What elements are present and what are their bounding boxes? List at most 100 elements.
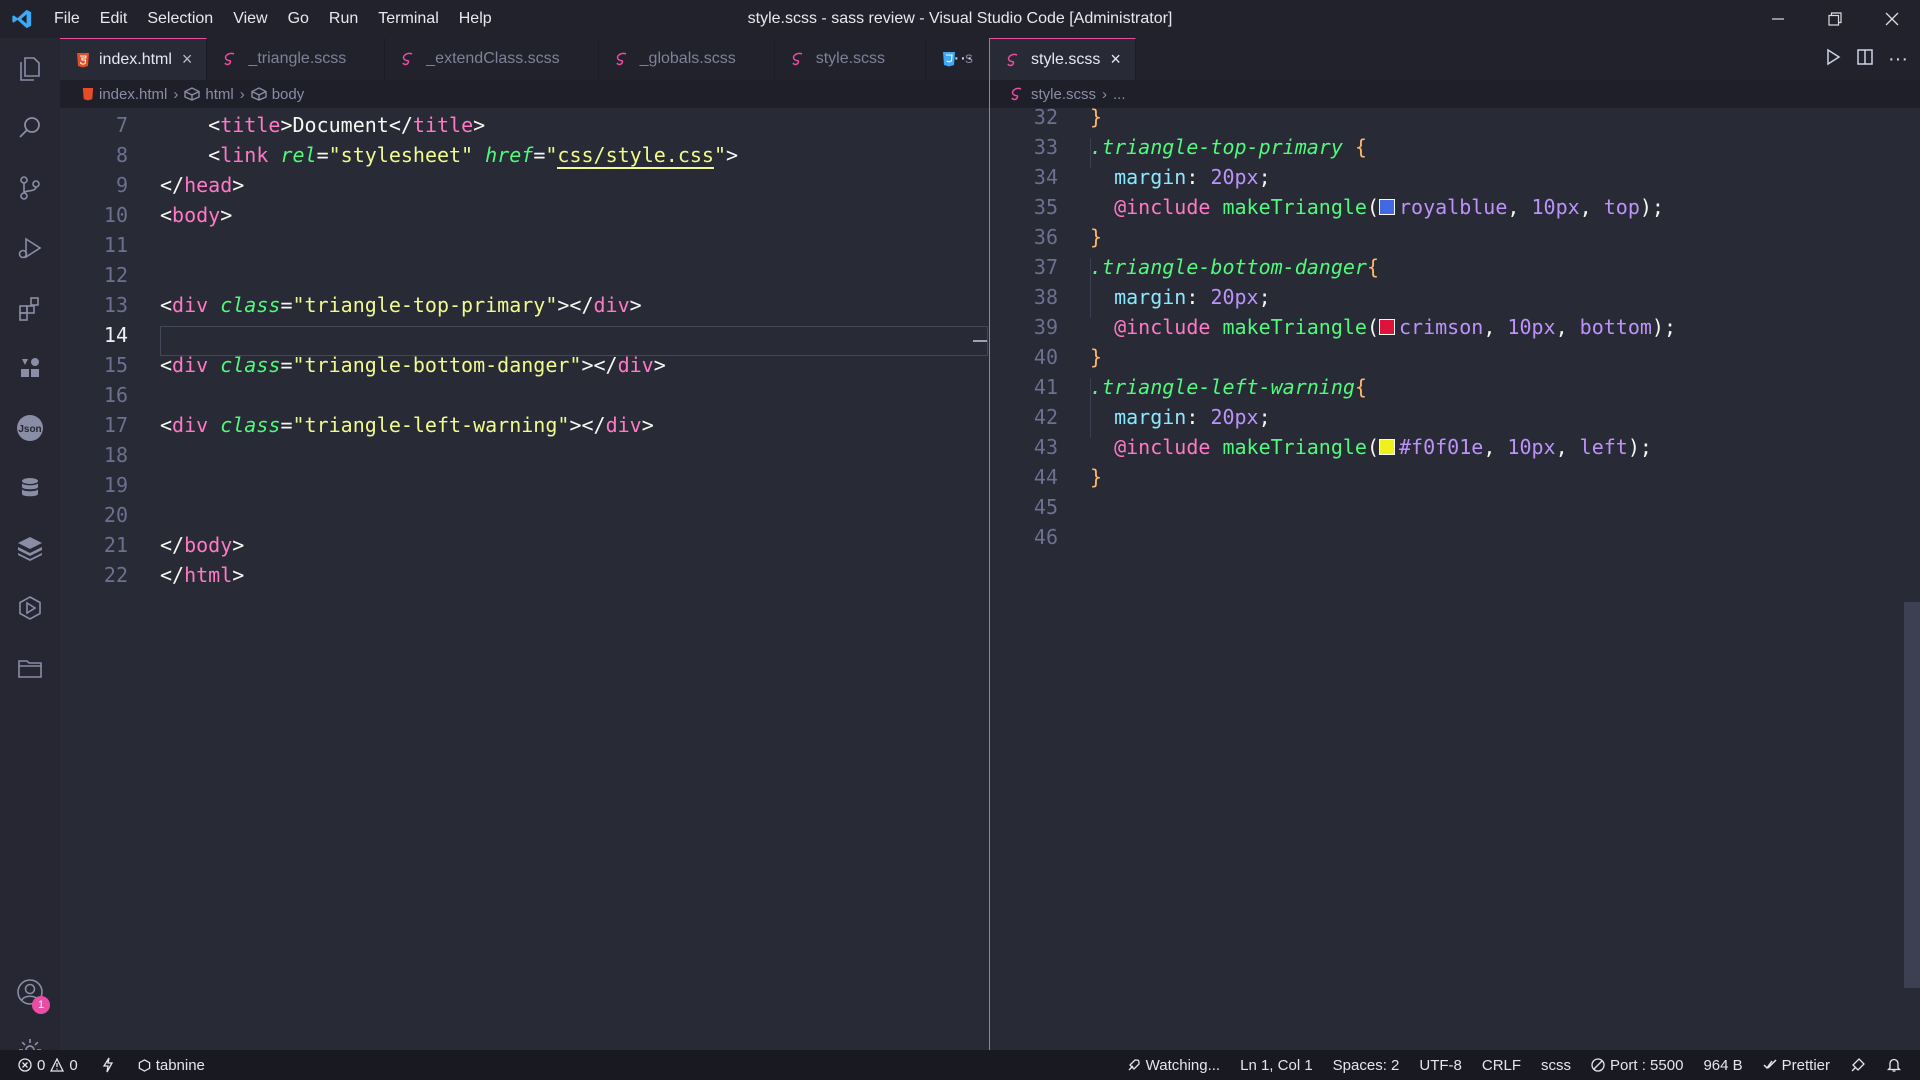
scss-editor[interactable]: 32} 33 .triangle-top-primary {34 margin: 2… bbox=[990, 105, 1920, 1050]
close-tab-icon[interactable]: × bbox=[1110, 49, 1121, 70]
breadcrumb-label: style.scss bbox=[1031, 85, 1097, 103]
line-number: 22 bbox=[103, 563, 128, 587]
lightning-icon[interactable] bbox=[102, 1057, 114, 1073]
menu-bar: File Edit Selection View Go Run Terminal Help bbox=[44, 0, 502, 38]
search-icon[interactable] bbox=[0, 98, 60, 158]
minimize-icon[interactable] bbox=[1749, 0, 1806, 38]
breadcrumb-item[interactable]: body bbox=[251, 85, 305, 103]
line-number: 35 bbox=[1033, 195, 1058, 219]
account-badge: 1 bbox=[32, 996, 50, 1014]
vertical-scrollbar[interactable] bbox=[1904, 602, 1920, 988]
more-actions-icon[interactable]: ··· bbox=[1888, 48, 1908, 71]
line-number: 12 bbox=[103, 263, 128, 287]
live-server-port[interactable]: Port : 5500 bbox=[1591, 1057, 1683, 1074]
sass-file-icon bbox=[223, 52, 239, 66]
json-icon[interactable]: Json bbox=[0, 398, 60, 458]
code-text: <div class="triangle-top-primary"></div> bbox=[160, 293, 642, 317]
encoding[interactable]: UTF-8 bbox=[1419, 1057, 1462, 1074]
line-number: 41 bbox=[1033, 375, 1058, 399]
breadcrumb-label: body bbox=[271, 85, 305, 103]
code-line: 12 bbox=[60, 260, 989, 290]
tab-triangle-scss[interactable]: _triangle.scss bbox=[207, 38, 386, 80]
menu-edit[interactable]: Edit bbox=[90, 0, 138, 38]
notifications-bell-icon[interactable] bbox=[1886, 1057, 1902, 1073]
code-text: @include makeTriangle(crimson, 10px, bot… bbox=[1114, 315, 1677, 339]
run-file-icon[interactable] bbox=[1824, 48, 1842, 71]
html-file-icon bbox=[76, 52, 90, 68]
port-label: Port : 5500 bbox=[1610, 1056, 1684, 1074]
code-line: 16 bbox=[60, 380, 989, 410]
breadcrumb-item[interactable]: ... bbox=[1113, 86, 1126, 103]
sass-file-icon bbox=[401, 52, 417, 66]
menu-terminal[interactable]: Terminal bbox=[368, 0, 448, 38]
puzzle-icon[interactable] bbox=[0, 338, 60, 398]
line-number: 15 bbox=[103, 353, 128, 377]
code-text: margin: 20px; bbox=[1114, 405, 1271, 429]
breadcrumb-item[interactable]: style.scss bbox=[1010, 86, 1096, 103]
indentation[interactable]: Spaces: 2 bbox=[1333, 1057, 1400, 1074]
language-mode[interactable]: scss bbox=[1541, 1057, 1571, 1074]
left-editor-tabs: index.html × _triangle.scss _extendClass… bbox=[60, 38, 989, 80]
line-number: 11 bbox=[103, 233, 128, 257]
restore-icon[interactable] bbox=[1806, 0, 1863, 38]
tab-style-scss-right[interactable]: style.scss × bbox=[990, 38, 1136, 80]
prettier-status[interactable]: Prettier bbox=[1763, 1057, 1830, 1074]
tab-index-html[interactable]: index.html × bbox=[60, 38, 208, 80]
html-editor[interactable]: 7 <title>Document</title> 8 <link rel="st… bbox=[60, 108, 989, 1050]
menu-help[interactable]: Help bbox=[449, 0, 502, 38]
code-text: <title>Document</title> bbox=[160, 113, 486, 137]
feedback-icon[interactable] bbox=[1850, 1057, 1866, 1073]
database-icon[interactable] bbox=[0, 458, 60, 518]
code-text: } bbox=[1090, 345, 1103, 369]
tab-globals-scss[interactable]: _globals.scss bbox=[599, 38, 775, 80]
explorer-icon[interactable] bbox=[0, 38, 60, 98]
more-tabs-icon[interactable]: ··· bbox=[953, 38, 973, 80]
code-line: 43 @include makeTriangle(#f0f01e, 10px, … bbox=[990, 432, 1920, 462]
color-swatch[interactable] bbox=[1379, 199, 1396, 215]
code-line: 46 bbox=[990, 522, 1920, 552]
breadcrumb-item[interactable]: html bbox=[184, 86, 234, 103]
folder-icon[interactable] bbox=[0, 638, 60, 698]
close-window-icon[interactable] bbox=[1863, 0, 1920, 38]
cursor-position[interactable]: Ln 1, Col 1 bbox=[1240, 1057, 1313, 1074]
code-text: .triangle-left-warning{ bbox=[1090, 375, 1367, 399]
menu-view[interactable]: View bbox=[223, 0, 277, 38]
split-editor-icon[interactable] bbox=[1856, 48, 1874, 71]
extensions-icon[interactable] bbox=[0, 278, 60, 338]
color-swatch[interactable] bbox=[1379, 439, 1396, 455]
tab-label: style.scss bbox=[1031, 50, 1101, 68]
source-control-icon[interactable] bbox=[0, 158, 60, 218]
code-text: <body> bbox=[160, 203, 233, 227]
code-line: 45 bbox=[990, 492, 1920, 522]
breadcrumb-item[interactable]: index.html bbox=[82, 86, 167, 103]
code-line: 33 .triangle-top-primary { bbox=[990, 132, 1920, 162]
close-tab-icon[interactable]: × bbox=[182, 49, 193, 70]
menu-file[interactable]: File bbox=[44, 0, 90, 38]
menu-go[interactable]: Go bbox=[278, 0, 319, 38]
code-text: } bbox=[1090, 225, 1103, 249]
code-text: </html> bbox=[160, 563, 245, 587]
tab-extendclass-scss[interactable]: _extendClass.scss bbox=[385, 38, 599, 80]
layers-icon[interactable] bbox=[0, 518, 60, 578]
error-count: 0 bbox=[37, 1056, 46, 1074]
menu-run[interactable]: Run bbox=[319, 0, 368, 38]
menu-selection[interactable]: Selection bbox=[137, 0, 223, 38]
tab-style-scss[interactable]: style.scss bbox=[775, 38, 927, 80]
sass-file-icon bbox=[615, 52, 631, 66]
sass-watching-status[interactable]: Watching... bbox=[1127, 1057, 1220, 1074]
end-of-line[interactable]: CRLF bbox=[1482, 1057, 1521, 1074]
warning-count: 0 bbox=[69, 1056, 78, 1074]
error-icon bbox=[18, 1058, 32, 1072]
code-line: 18 bbox=[60, 440, 989, 470]
line-number: 40 bbox=[1033, 345, 1058, 369]
sass-file-icon bbox=[791, 52, 807, 66]
line-number: 37 bbox=[1033, 255, 1058, 279]
run-debug-icon[interactable] bbox=[0, 218, 60, 278]
play-outline-icon[interactable] bbox=[0, 578, 60, 638]
account-icon[interactable]: 1 bbox=[0, 962, 60, 1022]
code-text: .triangle-bottom-danger{ bbox=[1090, 255, 1379, 279]
tabnine-status[interactable]: tabnine bbox=[138, 1057, 205, 1074]
color-swatch[interactable] bbox=[1379, 319, 1396, 335]
problems-indicator[interactable]: 0 0 bbox=[18, 1057, 78, 1074]
vscode-logo-icon bbox=[0, 0, 44, 38]
